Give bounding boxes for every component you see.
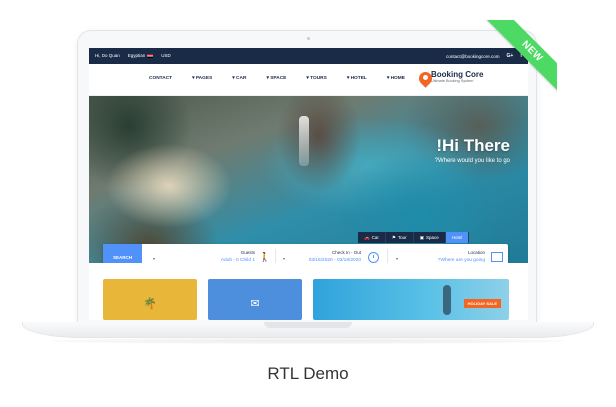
laptop-shadow [50, 338, 566, 344]
location-caret-icon: ▾ [396, 256, 399, 261]
logo-tagline: Ultimate Booking System [431, 79, 474, 83]
palm-tree-icon: 🌴 [143, 298, 157, 310]
dates-field[interactable]: Check In - Out 03/16/2020 - 03/18/2020 [293, 244, 361, 263]
laptop-screen: Hi, Do Quan Egyptian USD contact@booking… [89, 48, 528, 320]
tab-label: Tour [397, 235, 407, 240]
envelope-icon: ✉ [250, 298, 260, 310]
camera-dot [307, 37, 310, 40]
clock-icon [368, 252, 379, 263]
nav-item-label: TOURS [310, 76, 327, 81]
nav-item-tours[interactable]: ▾ TOURS [306, 76, 326, 81]
nav-item-space[interactable]: ▾ SPACE [266, 76, 286, 81]
hero-waterfall-image [299, 116, 309, 166]
building-icon: ▣ [419, 234, 424, 240]
offer-cards: 🌴 ✉ HOLIDAY SALE [89, 279, 528, 320]
nav-item-label: PAGES [195, 76, 213, 81]
demo-caption: RTL Demo [267, 364, 349, 383]
search-button[interactable]: SEARCH [103, 244, 142, 263]
language-label: Egyptian [127, 53, 146, 58]
guests-label: Guests [240, 250, 255, 255]
laptop-notch [264, 322, 352, 328]
tab-hotel[interactable]: Hotel [445, 232, 470, 243]
tab-label: Car [371, 235, 379, 240]
main-nav: CONTACT ▾ PAGES ▾ CAR ▾ SPACE ▾ TOURS ▾ … [89, 64, 528, 96]
field-divider [387, 249, 388, 263]
new-ribbon-label: NEW [486, 20, 557, 98]
nav-item-label: SPACE [270, 76, 287, 81]
guests-field[interactable]: Guests Adult - 0 Child 1 [163, 244, 255, 263]
holiday-sale-badge: HOLIDAY SALE [463, 299, 501, 308]
car-icon: 🚗 [364, 234, 370, 240]
nav-item-label: CAR [236, 76, 247, 81]
tab-label: Space [425, 235, 439, 240]
promo-stage: Hi, Do Quan Egyptian USD contact@booking… [0, 0, 616, 407]
user-greeting[interactable]: Hi, Do Quan [95, 53, 120, 58]
dates-caret-icon: ▾ [283, 256, 286, 261]
tab-label: Hotel [451, 235, 463, 240]
person-walking-icon: 🚶 [259, 252, 271, 262]
nav-item-pages[interactable]: ▾ PAGES [192, 76, 212, 81]
tab-tour[interactable]: ⚑ Tour [385, 232, 414, 243]
nav-menu: CONTACT ▾ PAGES ▾ CAR ▾ SPACE ▾ TOURS ▾ … [149, 76, 405, 81]
nav-item-label: HOME [390, 76, 405, 81]
offer-card-palm[interactable]: 🌴 [103, 279, 197, 320]
site-logo[interactable]: Booking Core Ultimate Booking System [431, 70, 483, 83]
field-divider [275, 249, 276, 263]
top-bar: Hi, Do Quan Egyptian USD contact@booking… [89, 48, 528, 64]
logo-text: Booking Core Ultimate Booking System [431, 70, 483, 83]
location-field[interactable]: Location ?Where are you going [403, 244, 485, 263]
map-pin-logo-icon [416, 69, 435, 88]
currency-selector[interactable]: USD [161, 53, 171, 58]
service-tabs: 🚗 Car ⚑ Tour ▣ Space Hotel [358, 232, 470, 243]
offer-card-holiday[interactable]: HOLIDAY SALE [313, 279, 509, 320]
dates-label: Check In - Out [331, 250, 361, 255]
hero-title: !Hi There [436, 136, 510, 155]
new-ribbon: NEW [477, 20, 557, 100]
person-image [443, 285, 451, 315]
hero-subtitle: ?Where would you like to go [434, 158, 510, 164]
nav-item-car[interactable]: ▾ CAR [232, 76, 246, 81]
nav-item-home[interactable]: ▾ HOME [387, 76, 405, 81]
offer-card-mail[interactable]: ✉ [208, 279, 302, 320]
flag-icon: ⚑ [391, 234, 396, 240]
guests-caret-icon: ▾ [153, 256, 156, 261]
tab-space[interactable]: ▣ Space [413, 232, 446, 243]
dates-value: 03/16/2020 - 03/18/2020 [308, 258, 361, 263]
location-value: ?Where are you going [437, 258, 485, 263]
search-form: SEARCH ▾ Guests Adult - 0 Child 1 🚶 ▾ Ch… [103, 244, 508, 263]
nav-item-hotel[interactable]: ▾ HOTEL [347, 76, 367, 81]
language-selector[interactable]: Egyptian [128, 53, 154, 58]
nav-item-label: HOTEL [350, 76, 367, 81]
tab-car[interactable]: 🚗 Car [358, 232, 386, 243]
egypt-flag-icon [147, 53, 154, 58]
location-label: Location [467, 250, 485, 255]
guests-value: Adult - 0 Child 1 [220, 258, 255, 263]
nav-item-contact[interactable]: CONTACT [149, 76, 172, 81]
logo-brand: Booking Core [431, 70, 484, 79]
map-icon [491, 252, 503, 262]
hero-banner: !Hi There ?Where would you like to go 🚗 C… [89, 96, 528, 263]
